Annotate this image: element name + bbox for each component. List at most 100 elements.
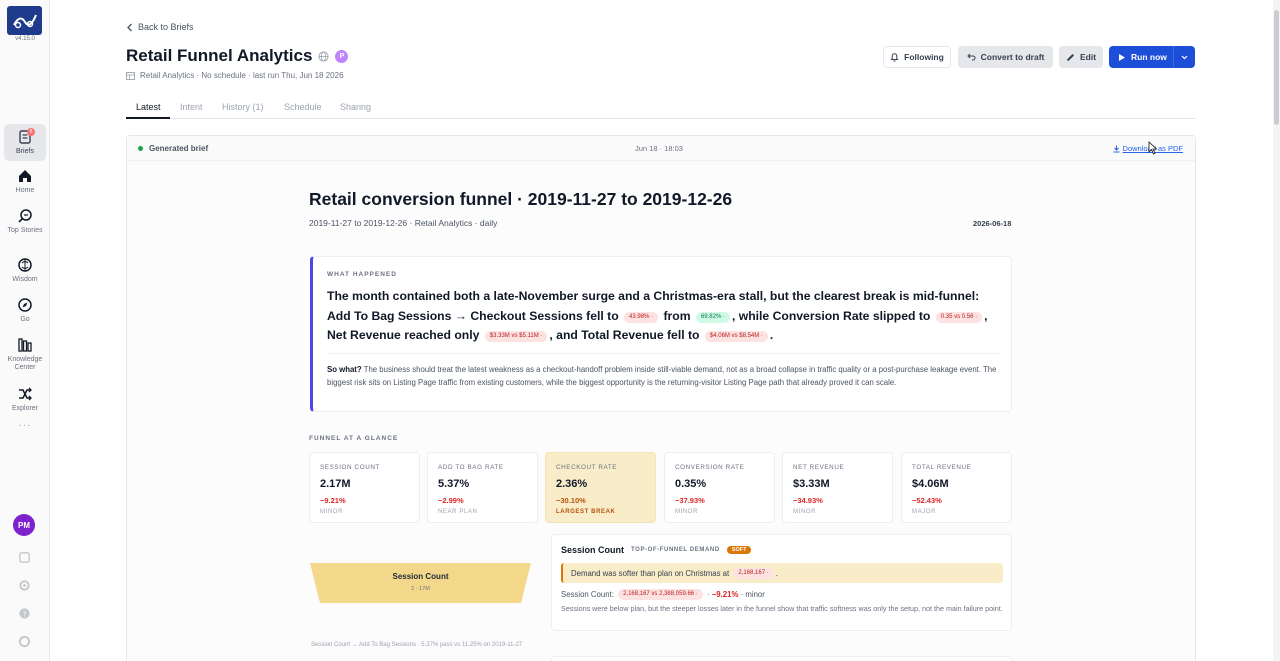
following-button[interactable]: Following: [883, 46, 951, 68]
logo-icon: [12, 14, 37, 28]
home-icon: [19, 170, 31, 182]
nav-knowledge-center[interactable]: Knowledge Center: [4, 337, 46, 372]
kpi-label: TOTAL REVENUE: [912, 464, 972, 471]
kpi-card-total-revenue[interactable]: TOTAL REVENUE $4.06M −52.43% MAJOR: [901, 452, 1012, 523]
pencil-icon: [1066, 53, 1074, 61]
kpi-label: NET REVENUE: [793, 464, 845, 471]
power-icon[interactable]: [18, 635, 31, 648]
undo-icon: [966, 53, 976, 61]
funnel-note: Session Count → Add To Bag Sessions · 5.…: [311, 642, 523, 648]
page-subtitle: Retail Analytics · No schedule · last ru…: [126, 71, 344, 80]
detail-line-sep: ·: [706, 590, 710, 599]
tab-sharing[interactable]: Sharing: [340, 102, 371, 112]
callout-end: .: [775, 569, 778, 578]
page-title: Retail Funnel Analytics: [126, 46, 313, 65]
tab-intent[interactable]: Intent: [180, 102, 203, 112]
kpi-card-net-revenue[interactable]: NET REVENUE $3.33M −34.93% MINOR: [782, 452, 893, 523]
stage-detail-card: Session Count TOP-OF-FUNNEL DEMAND SOFT …: [551, 534, 1012, 631]
nav-explorer[interactable]: Explorer: [4, 386, 46, 413]
top-stories-icon: [18, 209, 32, 223]
kpi-card-session-count[interactable]: SESSION COUNT 2.17M −9.21% MINOR: [309, 452, 420, 523]
download-icon: [1113, 145, 1120, 152]
nav-briefs-label: Briefs: [16, 148, 34, 155]
kpi-label: SESSION COUNT: [320, 464, 380, 471]
nav-wisdom[interactable]: Wisdom: [4, 257, 46, 284]
edit-button[interactable]: Edit: [1059, 46, 1103, 68]
generated-time: Jun 18 · 18:03: [635, 144, 683, 153]
metric-pill[interactable]: $3.33M vs $5.11M ·: [484, 331, 548, 342]
run-options-toggle[interactable]: [1173, 46, 1195, 68]
avatar[interactable]: PM: [13, 514, 35, 536]
layers-icon[interactable]: [18, 551, 31, 564]
metric-pill[interactable]: 0.35 vs 0.56 ·: [935, 311, 983, 323]
kpi-card-add-to-bag-rate[interactable]: ADD TO BAG RATE 5.37% −2.99% NEAR PLAN: [427, 452, 538, 523]
owner-chip[interactable]: P: [335, 49, 349, 63]
kpi-card-conversion-rate[interactable]: CONVERSION RATE 0.35% −37.93% MINOR: [664, 452, 775, 523]
metric-pill[interactable]: 69.82% ·: [695, 311, 730, 323]
tab-schedule[interactable]: Schedule: [284, 102, 322, 112]
headline-part-5: , and Total Revenue fell to: [549, 328, 700, 342]
stage-detail-line: Session Count: 2,168,167 vs 2,388,059.66…: [561, 589, 765, 600]
tab-bar: Latest Intent History (1) Schedule Shari…: [126, 96, 1196, 119]
status-dot-icon: [138, 146, 143, 151]
kpi-value: 5.37%: [438, 478, 470, 490]
tab-latest[interactable]: Latest: [136, 102, 161, 112]
app-logo[interactable]: [7, 6, 42, 35]
scrollbar-thumb[interactable]: [1274, 10, 1279, 125]
generated-status-label: Generated brief: [149, 144, 209, 153]
kpi-delta: −30.10%: [556, 496, 586, 505]
stage-detail-note: Sessions were below plan, but the steepe…: [561, 604, 1003, 613]
funnel-stage-label: Session Count: [392, 572, 449, 581]
globe-icon[interactable]: [318, 50, 329, 62]
convert-label: Convert to draft: [980, 52, 1045, 62]
glance-label: FUNNEL AT A GLANCE: [309, 435, 399, 442]
nav-home-label: Home: [15, 187, 35, 194]
kpi-status: MINOR: [320, 509, 343, 515]
kpi-label: ADD TO BAG RATE: [438, 464, 504, 471]
run-now-button[interactable]: Run now: [1109, 46, 1195, 68]
back-link[interactable]: Back to Briefs: [126, 22, 194, 32]
nav-top-stories-label: Top Stories: [7, 227, 43, 234]
metric-pill[interactable]: 2,168,167 vs 2,388,059.66 ·: [618, 589, 703, 600]
back-link-label: Back to Briefs: [138, 22, 194, 32]
gear-icon[interactable]: [18, 579, 31, 592]
briefs-badge: 8: [27, 128, 35, 136]
active-tab-indicator: [126, 117, 170, 119]
bell-icon: [890, 53, 899, 62]
convert-to-draft-button[interactable]: Convert to draft: [958, 46, 1053, 68]
kpi-label: CHECKOUT RATE: [556, 464, 618, 471]
funnel-stage-value: 2 · 17M: [411, 586, 430, 592]
kpi-delta: −9.21%: [320, 496, 346, 505]
tab-history[interactable]: History (1): [222, 102, 264, 112]
headline-part-6: .: [769, 328, 774, 342]
more-icon[interactable]: ···: [0, 420, 50, 431]
what-happened-headline: The month contained both a late-November…: [327, 287, 997, 346]
headline-part-2: from: [663, 308, 691, 323]
shuffle-icon: [19, 387, 32, 401]
kpi-status: MINOR: [675, 509, 698, 515]
play-icon: [1119, 53, 1125, 61]
help-icon[interactable]: ?: [18, 607, 31, 620]
app-version: v4.15.0: [15, 36, 35, 42]
nav-top-stories[interactable]: Top Stories: [4, 208, 46, 235]
nav-home[interactable]: Home: [4, 168, 46, 195]
metric-pill[interactable]: 2,168,167 ·: [733, 568, 774, 579]
kpi-value: $4.06M: [912, 478, 949, 490]
mouse-cursor-icon: [1148, 141, 1158, 155]
kpi-value: 2.17M: [320, 478, 351, 490]
so-what-body: The business should treat the latest wea…: [327, 365, 997, 387]
metric-pill[interactable]: 43.98% ·: [624, 311, 659, 323]
kpi-label: CONVERSION RATE: [675, 464, 745, 471]
next-stage-detail-card: [551, 656, 1012, 661]
following-label: Following: [904, 52, 944, 62]
kpi-value: 2.36%: [556, 478, 588, 490]
metric-pill[interactable]: $4.06M vs $8.54M ·: [704, 331, 768, 342]
page-subtitle-text: Retail Analytics · No schedule · last ru…: [140, 71, 344, 80]
funnel-stage-shape[interactable]: [310, 563, 531, 603]
kpi-card-checkout-rate[interactable]: CHECKOUT RATE 2.36% −30.10% LARGEST BREA…: [545, 452, 656, 523]
kpi-status: MAJOR: [912, 509, 936, 515]
run-now-label: Run now: [1131, 52, 1167, 62]
nav-briefs[interactable]: 8 Briefs: [4, 124, 46, 161]
nav-go[interactable]: Go: [4, 297, 46, 324]
page-scrollbar[interactable]: [1273, 0, 1280, 661]
